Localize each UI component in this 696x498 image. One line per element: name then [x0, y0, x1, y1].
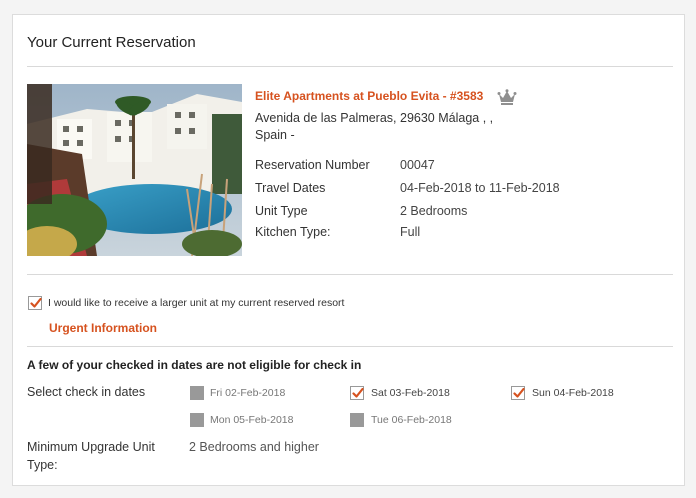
divider [27, 346, 673, 347]
urgent-information-link[interactable]: Urgent Information [49, 321, 157, 335]
resort-address-line1: Avenida de las Palmeras, 29630 Málaga , … [255, 111, 494, 125]
minimum-upgrade-label-line2: Type: [27, 458, 58, 472]
divider [27, 274, 673, 275]
divider [27, 66, 673, 67]
kitchen-type-label: Kitchen Type: [255, 225, 331, 239]
reservation-panel: Your Current Reservation Elite Apartment… [12, 14, 685, 486]
travel-dates-label: Travel Dates [255, 181, 326, 195]
resort-address-line2: Spain - [255, 128, 295, 142]
unit-type-label: Unit Type [255, 204, 308, 218]
upgrade-checkbox[interactable] [28, 296, 42, 310]
date-label-mon-05: Mon 05-Feb-2018 [210, 414, 294, 426]
minimum-upgrade-value: 2 Bedrooms and higher [189, 440, 319, 454]
select-checkin-label: Select check in dates [27, 385, 146, 399]
date-checkbox-sat-03[interactable] [350, 386, 364, 400]
minimum-upgrade-label: Minimum Upgrade Unit [27, 440, 155, 454]
checkmark-icon [352, 387, 364, 398]
checkmark-icon [513, 387, 525, 398]
date-label-fri-02: Fri 02-Feb-2018 [210, 387, 286, 399]
date-checkbox-mon-05 [190, 413, 204, 427]
checkin-warning: A few of your checked in dates are not e… [27, 358, 362, 372]
upgrade-label: I would like to receive a larger unit at… [48, 297, 345, 309]
unit-type-value: 2 Bedrooms [400, 204, 468, 218]
date-label-tue-06: Tue 06-Feb-2018 [371, 414, 452, 426]
reservation-number-label: Reservation Number [255, 158, 370, 172]
date-checkbox-tue-06 [350, 413, 364, 427]
date-label-sun-04: Sun 04-Feb-2018 [532, 387, 614, 399]
reservation-number-value: 00047 [400, 158, 435, 172]
kitchen-type-value: Full [400, 225, 421, 239]
crown-icon [497, 89, 517, 105]
date-label-sat-03: Sat 03-Feb-2018 [371, 387, 450, 399]
date-checkbox-fri-02 [190, 386, 204, 400]
panel-title: Your Current Reservation [27, 34, 196, 51]
date-checkbox-sun-04[interactable] [511, 386, 525, 400]
resort-name[interactable]: Elite Apartments at Pueblo Evita - #3583 [255, 89, 483, 103]
checkmark-icon [30, 297, 42, 308]
resort-photo [27, 84, 242, 256]
travel-dates-value: 04-Feb-2018 to 11-Feb-2018 [400, 181, 560, 195]
